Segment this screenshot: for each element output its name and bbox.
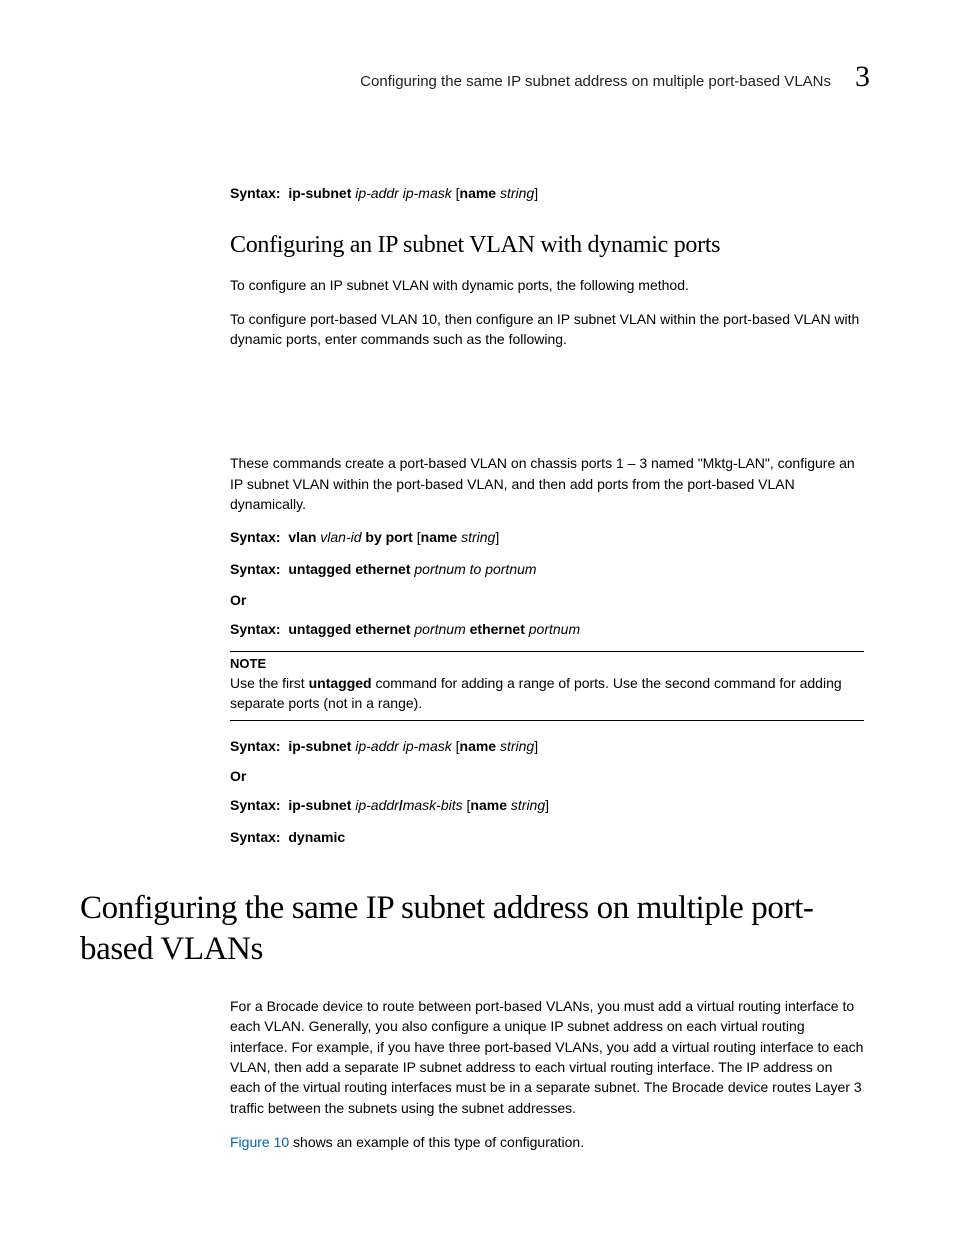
bracket-close: ] <box>534 185 538 201</box>
syntax-line-7: Syntax: dynamic <box>230 828 864 848</box>
syntax-line-3: Syntax: untagged ethernet portnum to por… <box>230 560 864 580</box>
syntax-optcmd: name <box>460 185 497 201</box>
page-header: Configuring the same IP subnet address o… <box>80 60 874 94</box>
syntax-arg: ip-addr <box>355 797 399 813</box>
syntax-optarg: string <box>511 797 545 813</box>
body-content: Syntax: ip-subnet ip-addr ip-mask [name … <box>80 184 874 848</box>
syntax-arg: portnum <box>529 621 580 637</box>
note-body: Use the first untagged command for addin… <box>230 673 864 714</box>
bracket-close: ] <box>534 738 538 754</box>
or-text: Or <box>230 592 864 608</box>
syntax-cmd: ip-subnet <box>288 738 351 754</box>
syntax-optarg: string <box>461 529 495 545</box>
syntax-line-2: Syntax: vlan vlan-id by port [name strin… <box>230 528 864 548</box>
note-pre: Use the first <box>230 675 309 691</box>
paragraph-5: Figure 10 shows an example of this type … <box>230 1132 864 1152</box>
note-title: NOTE <box>230 656 864 671</box>
paragraph-5-rest: shows an example of this type of configu… <box>289 1134 584 1150</box>
paragraph-2: To configure port-based VLAN 10, then co… <box>230 309 864 350</box>
syntax-optcmd: name <box>460 738 497 754</box>
syntax-prefix: Syntax: <box>230 621 281 637</box>
syntax-arg: ip-addr ip-mask <box>355 185 451 201</box>
syntax-line-4: Syntax: untagged ethernet portnum ethern… <box>230 620 864 640</box>
syntax-optcmd: name <box>421 529 458 545</box>
note-bold: untagged <box>309 675 372 691</box>
section-heading: Configuring the same IP subnet address o… <box>80 888 874 971</box>
bracket-close: ] <box>495 529 499 545</box>
syntax-cmd: by port <box>365 529 412 545</box>
syntax-arg: mask-bits <box>403 797 463 813</box>
syntax-optarg: string <box>500 185 534 201</box>
syntax-cmd: untagged ethernet <box>288 561 410 577</box>
syntax-prefix: Syntax: <box>230 829 281 845</box>
section-content: For a Brocade device to route between po… <box>80 996 874 1152</box>
syntax-arg: vlan-id <box>320 529 361 545</box>
syntax-cmd: untagged ethernet <box>288 621 410 637</box>
syntax-cmd: ethernet <box>470 621 525 637</box>
syntax-cmd: dynamic <box>288 829 345 845</box>
syntax-arg: portnum to portnum <box>414 561 536 577</box>
or-text: Or <box>230 768 864 784</box>
syntax-arg: ip-addr ip-mask <box>355 738 451 754</box>
syntax-prefix: Syntax: <box>230 738 281 754</box>
chapter-number: 3 <box>855 60 870 94</box>
syntax-line-1: Syntax: ip-subnet ip-addr ip-mask [name … <box>230 184 864 204</box>
syntax-cmd: ip-subnet <box>288 797 351 813</box>
paragraph-3: These commands create a port-based VLAN … <box>230 453 864 514</box>
syntax-prefix: Syntax: <box>230 529 281 545</box>
bracket-close: ] <box>545 797 549 813</box>
subheading: Configuring an IP subnet VLAN with dynam… <box>230 232 864 259</box>
figure-link[interactable]: Figure 10 <box>230 1134 289 1150</box>
paragraph-4: For a Brocade device to route between po… <box>230 996 864 1118</box>
syntax-prefix: Syntax: <box>230 185 281 201</box>
paragraph-1: To configure an IP subnet VLAN with dyna… <box>230 275 864 295</box>
syntax-cmd: vlan <box>288 529 316 545</box>
syntax-cmd: ip-subnet <box>288 185 351 201</box>
syntax-optcmd: name <box>470 797 507 813</box>
syntax-prefix: Syntax: <box>230 561 281 577</box>
code-placeholder <box>230 363 864 453</box>
note-box: NOTE Use the first untagged command for … <box>230 651 864 721</box>
syntax-arg: portnum <box>414 621 465 637</box>
syntax-optarg: string <box>500 738 534 754</box>
syntax-line-6: Syntax: ip-subnet ip-addr/mask-bits [nam… <box>230 796 864 816</box>
syntax-line-5: Syntax: ip-subnet ip-addr ip-mask [name … <box>230 737 864 757</box>
syntax-prefix: Syntax: <box>230 797 281 813</box>
header-title: Configuring the same IP subnet address o… <box>360 73 831 90</box>
